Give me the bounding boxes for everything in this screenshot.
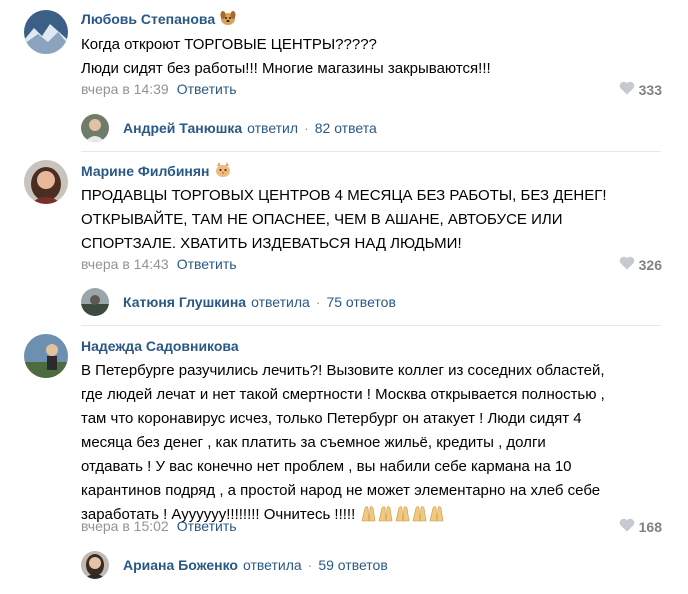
like-count: 333 xyxy=(638,81,662,98)
comment-author[interactable]: Любовь Степанова xyxy=(81,10,237,29)
comment-time[interactable]: вчера в 15:02 xyxy=(81,518,169,534)
reply-author[interactable]: Андрей Танюшка xyxy=(123,120,242,136)
like-count: 168 xyxy=(638,518,662,535)
avatar[interactable] xyxy=(24,160,68,204)
reply-author[interactable]: Катюня Глушкина xyxy=(123,294,246,310)
comment-meta: вчера в 14:39 Ответить xyxy=(81,81,237,97)
avatar[interactable] xyxy=(81,114,109,142)
divider xyxy=(81,325,661,326)
comment-author[interactable]: Марине Филбинян xyxy=(81,162,232,181)
like-button[interactable]: 333 xyxy=(619,81,662,98)
reply-button[interactable]: Ответить xyxy=(177,256,237,272)
heart-icon xyxy=(619,518,635,535)
comment-text: В Петербурге разучились лечить?! Вызовит… xyxy=(81,359,661,527)
cat-icon xyxy=(214,162,232,181)
comment-text: ПРОДАВЦЫ ТОРГОВЫХ ЦЕНТРОВ 4 МЕСЯЦА БЕЗ Р… xyxy=(81,187,607,252)
reply-author[interactable]: Ариана Боженко xyxy=(123,557,238,573)
dog-icon xyxy=(219,10,237,29)
replies-thread[interactable]: Катюня Глушкина ответила · 75 ответов xyxy=(81,288,396,316)
comment-text-body: В Петербурге разучились лечить?! Вызовит… xyxy=(81,362,605,523)
avatar[interactable] xyxy=(24,334,68,378)
avatar[interactable] xyxy=(81,288,109,316)
separator-dot: · xyxy=(307,557,313,573)
avatar[interactable] xyxy=(81,551,109,579)
replies-thread[interactable]: Андрей Танюшка ответил · 82 ответа xyxy=(81,114,377,142)
comment-meta: вчера в 14:43 Ответить xyxy=(81,256,237,272)
separator-dot: · xyxy=(304,120,309,136)
comment-author[interactable]: Надежда Садовникова xyxy=(81,338,239,354)
separator-dot: · xyxy=(315,294,321,310)
heart-icon xyxy=(619,256,635,273)
avatar[interactable] xyxy=(24,10,68,54)
reply-verb: ответила xyxy=(251,294,310,310)
reply-verb: ответил xyxy=(247,120,299,136)
like-button[interactable]: 326 xyxy=(619,256,662,273)
comment-time[interactable]: вчера в 14:43 xyxy=(81,256,169,272)
reply-count-link[interactable]: 75 ответов xyxy=(326,294,395,310)
reply-count-link[interactable]: 59 ответов xyxy=(318,557,387,573)
reply-button[interactable]: Ответить xyxy=(177,81,237,97)
heart-icon xyxy=(619,81,635,98)
praying-hands-icon xyxy=(359,504,445,522)
comment-meta: вчера в 15:02 Ответить xyxy=(81,518,237,534)
author-name[interactable]: Марине Филбинян xyxy=(81,163,210,179)
like-count: 326 xyxy=(638,256,662,273)
author-name[interactable]: Надежда Садовникова xyxy=(81,338,239,354)
replies-thread[interactable]: Ариана Боженко ответила · 59 ответов xyxy=(81,551,388,579)
author-name[interactable]: Любовь Степанова xyxy=(81,11,215,27)
reply-button[interactable]: Ответить xyxy=(177,518,237,534)
comment-time[interactable]: вчера в 14:39 xyxy=(81,81,169,97)
reply-verb: ответила xyxy=(242,557,302,573)
comment-text: Когда откроют ТОРГОВЫЕ ЦЕНТРЫ????? Люди … xyxy=(81,36,491,77)
reply-count-link[interactable]: 82 ответа xyxy=(315,120,377,136)
divider xyxy=(81,151,661,152)
like-button[interactable]: 168 xyxy=(619,518,662,535)
